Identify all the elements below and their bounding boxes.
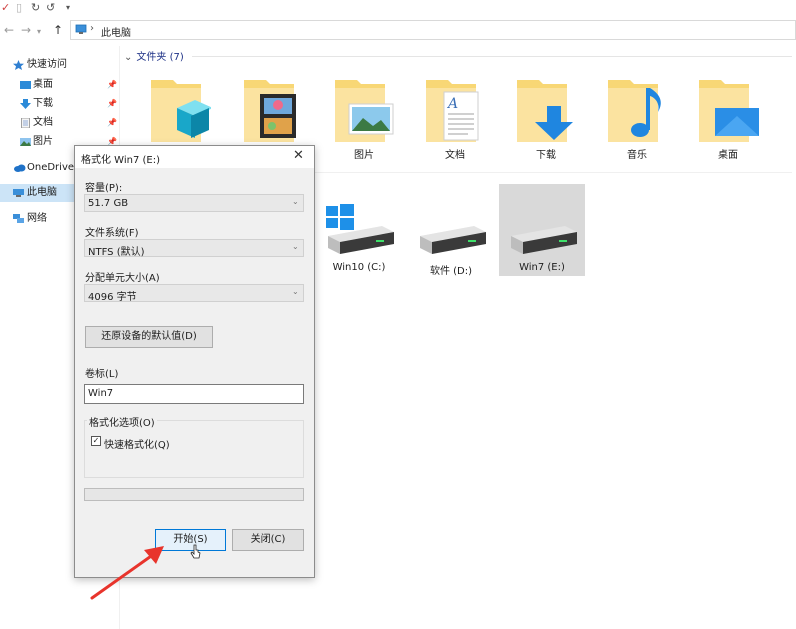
windows-drive-icon [326, 204, 394, 254]
forward-button[interactable]: → [21, 22, 31, 38]
address-bar[interactable]: › 此电脑 [70, 20, 796, 40]
chevron-down-icon: ⌄ [292, 287, 299, 296]
sidebar-item-quick-access[interactable]: 快速访问 [0, 56, 120, 74]
new-folder-icon[interactable]: ▯ [16, 1, 22, 14]
properties-icon[interactable]: ✓ [1, 1, 10, 14]
pin-icon: 📌 [107, 99, 117, 108]
restore-defaults-button[interactable]: 还原设备的默认值(D) [85, 326, 213, 348]
sidebar-item-label: 快速访问 [27, 59, 67, 70]
folder-label: 音乐 [627, 150, 647, 161]
sidebar-item-label: OneDrive [27, 162, 75, 173]
quick-format-checkbox[interactable]: ✓ [91, 436, 101, 446]
folder-label: 文档 [445, 150, 465, 161]
capacity-select[interactable]: 51.7 GB ⌄ [84, 194, 304, 212]
format-progress-bar [84, 488, 304, 501]
dialog-title: 格式化 Win7 (E:) [81, 155, 160, 166]
desktop-folder-icon [699, 80, 759, 142]
computer-icon [13, 189, 24, 197]
music-folder-icon [608, 80, 661, 142]
up-button[interactable]: ↑ [53, 22, 63, 38]
divider [192, 56, 792, 57]
filesystem-value: NTFS (默认) [88, 247, 145, 258]
redo-icon[interactable]: ↻ [31, 1, 40, 14]
folder-desktop[interactable]: 桌面 [683, 70, 773, 161]
breadcrumb-separator-icon: › [90, 23, 94, 34]
drive-label: Win10 (C:) [332, 262, 386, 273]
sidebar-item-documents[interactable]: 文档 📌 [0, 114, 120, 132]
volume-label-input[interactable]: Win7 [84, 384, 304, 404]
sidebar-item-label: 文档 [33, 117, 53, 128]
folder-downloads[interactable]: 下载 [501, 70, 591, 161]
sidebar-item-label: 此电脑 [27, 187, 57, 198]
address-bar-row: ← → ▾ ↑ › 此电脑 [0, 18, 796, 42]
allocation-select[interactable]: 4096 字节 ⌄ [84, 284, 304, 303]
annotation-arrow-icon [90, 546, 164, 600]
cloud-icon [14, 164, 26, 172]
pictures-folder-icon [335, 80, 394, 142]
download-icon [20, 99, 31, 109]
allocation-value: 4096 字节 [88, 292, 137, 303]
drive-e[interactable]: Win7 (E:) [499, 184, 585, 276]
folder-label: 图片 [354, 150, 374, 161]
mouse-cursor-icon [190, 544, 201, 559]
capacity-value: 51.7 GB [88, 198, 129, 209]
videos-folder-icon [244, 80, 296, 142]
back-button[interactable]: ← [4, 22, 14, 38]
documents-folder-icon: A [426, 80, 479, 142]
pin-icon: 📌 [107, 80, 117, 89]
drive-label: 软件 (D:) [429, 266, 473, 277]
3d-objects-folder-icon [151, 80, 211, 142]
sidebar-item-label: 图片 [33, 136, 53, 147]
chevron-down-icon: ⌄ [124, 52, 133, 63]
sidebar-item-label: 下载 [33, 98, 53, 109]
folder-documents[interactable]: A 文档 [410, 70, 500, 161]
allocation-label: 分配单元大小(A) [85, 273, 160, 284]
quick-access-toolbar: ✓ ▯ ↻ ↺ ▾ [0, 0, 796, 16]
dialog-title-bar: 格式化 Win7 (E:) ✕ [75, 146, 314, 168]
sidebar-item-downloads[interactable]: 下载 📌 [0, 95, 120, 113]
pin-icon: 📌 [107, 118, 117, 127]
picture-icon [20, 138, 31, 146]
folders-group-header[interactable]: ⌄ 文件夹 (7) [124, 48, 184, 63]
capacity-label: 容量(P): [85, 183, 123, 194]
downloads-folder-icon [517, 80, 573, 142]
undo-icon[interactable]: ↺ [46, 1, 55, 14]
sidebar-item-desktop[interactable]: 桌面 📌 [0, 76, 120, 94]
volume-label-label: 卷标(L) [85, 369, 119, 380]
folder-label: 下载 [536, 150, 556, 161]
hard-drive-icon [511, 226, 577, 254]
breadcrumb[interactable]: 此电脑 [101, 24, 131, 39]
format-dialog: 格式化 Win7 (E:) ✕ 容量(P): 51.7 GB ⌄ 文件系统(F)… [74, 145, 315, 578]
sidebar-item-label: 网络 [27, 213, 47, 224]
this-pc-icon [75, 24, 87, 34]
drive-c[interactable]: Win10 (C:) [316, 184, 402, 276]
folder-music[interactable]: 音乐 [592, 70, 682, 161]
drive-label: Win7 (E:) [519, 262, 565, 273]
document-icon [21, 118, 30, 128]
close-button[interactable]: 关闭(C) [232, 529, 304, 551]
format-options-label: 格式化选项(O) [87, 414, 157, 429]
desktop-icon [20, 81, 31, 89]
chevron-down-icon: ⌄ [292, 242, 299, 251]
quick-format-label[interactable]: 快速格式化(Q) [104, 436, 170, 451]
filesystem-select[interactable]: NTFS (默认) ⌄ [84, 239, 304, 258]
drive-d[interactable]: 软件 (D:) [408, 184, 494, 277]
recent-locations-icon[interactable]: ▾ [37, 24, 41, 40]
filesystem-label: 文件系统(F) [85, 228, 139, 239]
sidebar-item-label: 桌面 [33, 79, 53, 90]
close-icon[interactable]: ✕ [293, 149, 304, 163]
network-icon [13, 214, 24, 223]
customize-dropdown-icon[interactable]: ▾ [66, 1, 70, 14]
star-icon [13, 60, 24, 70]
svg-text:A: A [446, 96, 458, 112]
chevron-down-icon: ⌄ [292, 197, 299, 206]
folder-label: 桌面 [718, 150, 738, 161]
volume-label-value: Win7 [88, 388, 114, 399]
hard-drive-icon [420, 226, 486, 254]
folder-pictures[interactable]: 图片 [319, 70, 409, 161]
